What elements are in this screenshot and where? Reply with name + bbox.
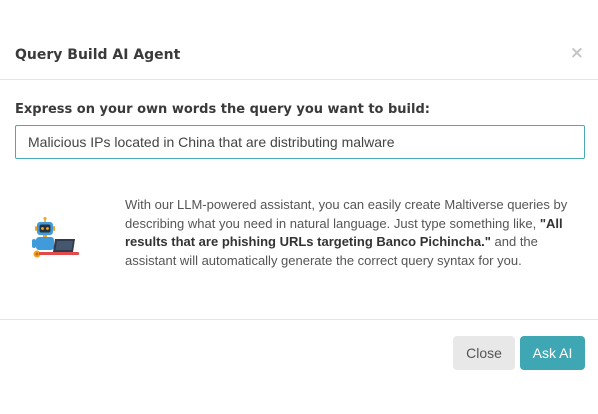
close-button[interactable]: Close: [453, 336, 515, 370]
query-field-label: Express on your own words the query you …: [15, 102, 430, 117]
robot-at-laptop-icon: [32, 217, 79, 258]
query-input[interactable]: [15, 125, 585, 159]
ask-ai-button[interactable]: Ask AI: [520, 336, 585, 370]
dialog-footer: Close Ask AI: [0, 319, 598, 414]
assistant-description: With our LLM-powered assistant, you can …: [125, 196, 577, 270]
query-build-dialog: Query Build AI Agent × Express on your o…: [0, 0, 598, 414]
dialog-title: Query Build AI Agent: [15, 47, 181, 63]
info-text-start: With our LLM-powered assistant, you can …: [125, 197, 568, 231]
close-icon[interactable]: ×: [570, 43, 584, 63]
dialog-header: Query Build AI Agent ×: [0, 0, 598, 80]
